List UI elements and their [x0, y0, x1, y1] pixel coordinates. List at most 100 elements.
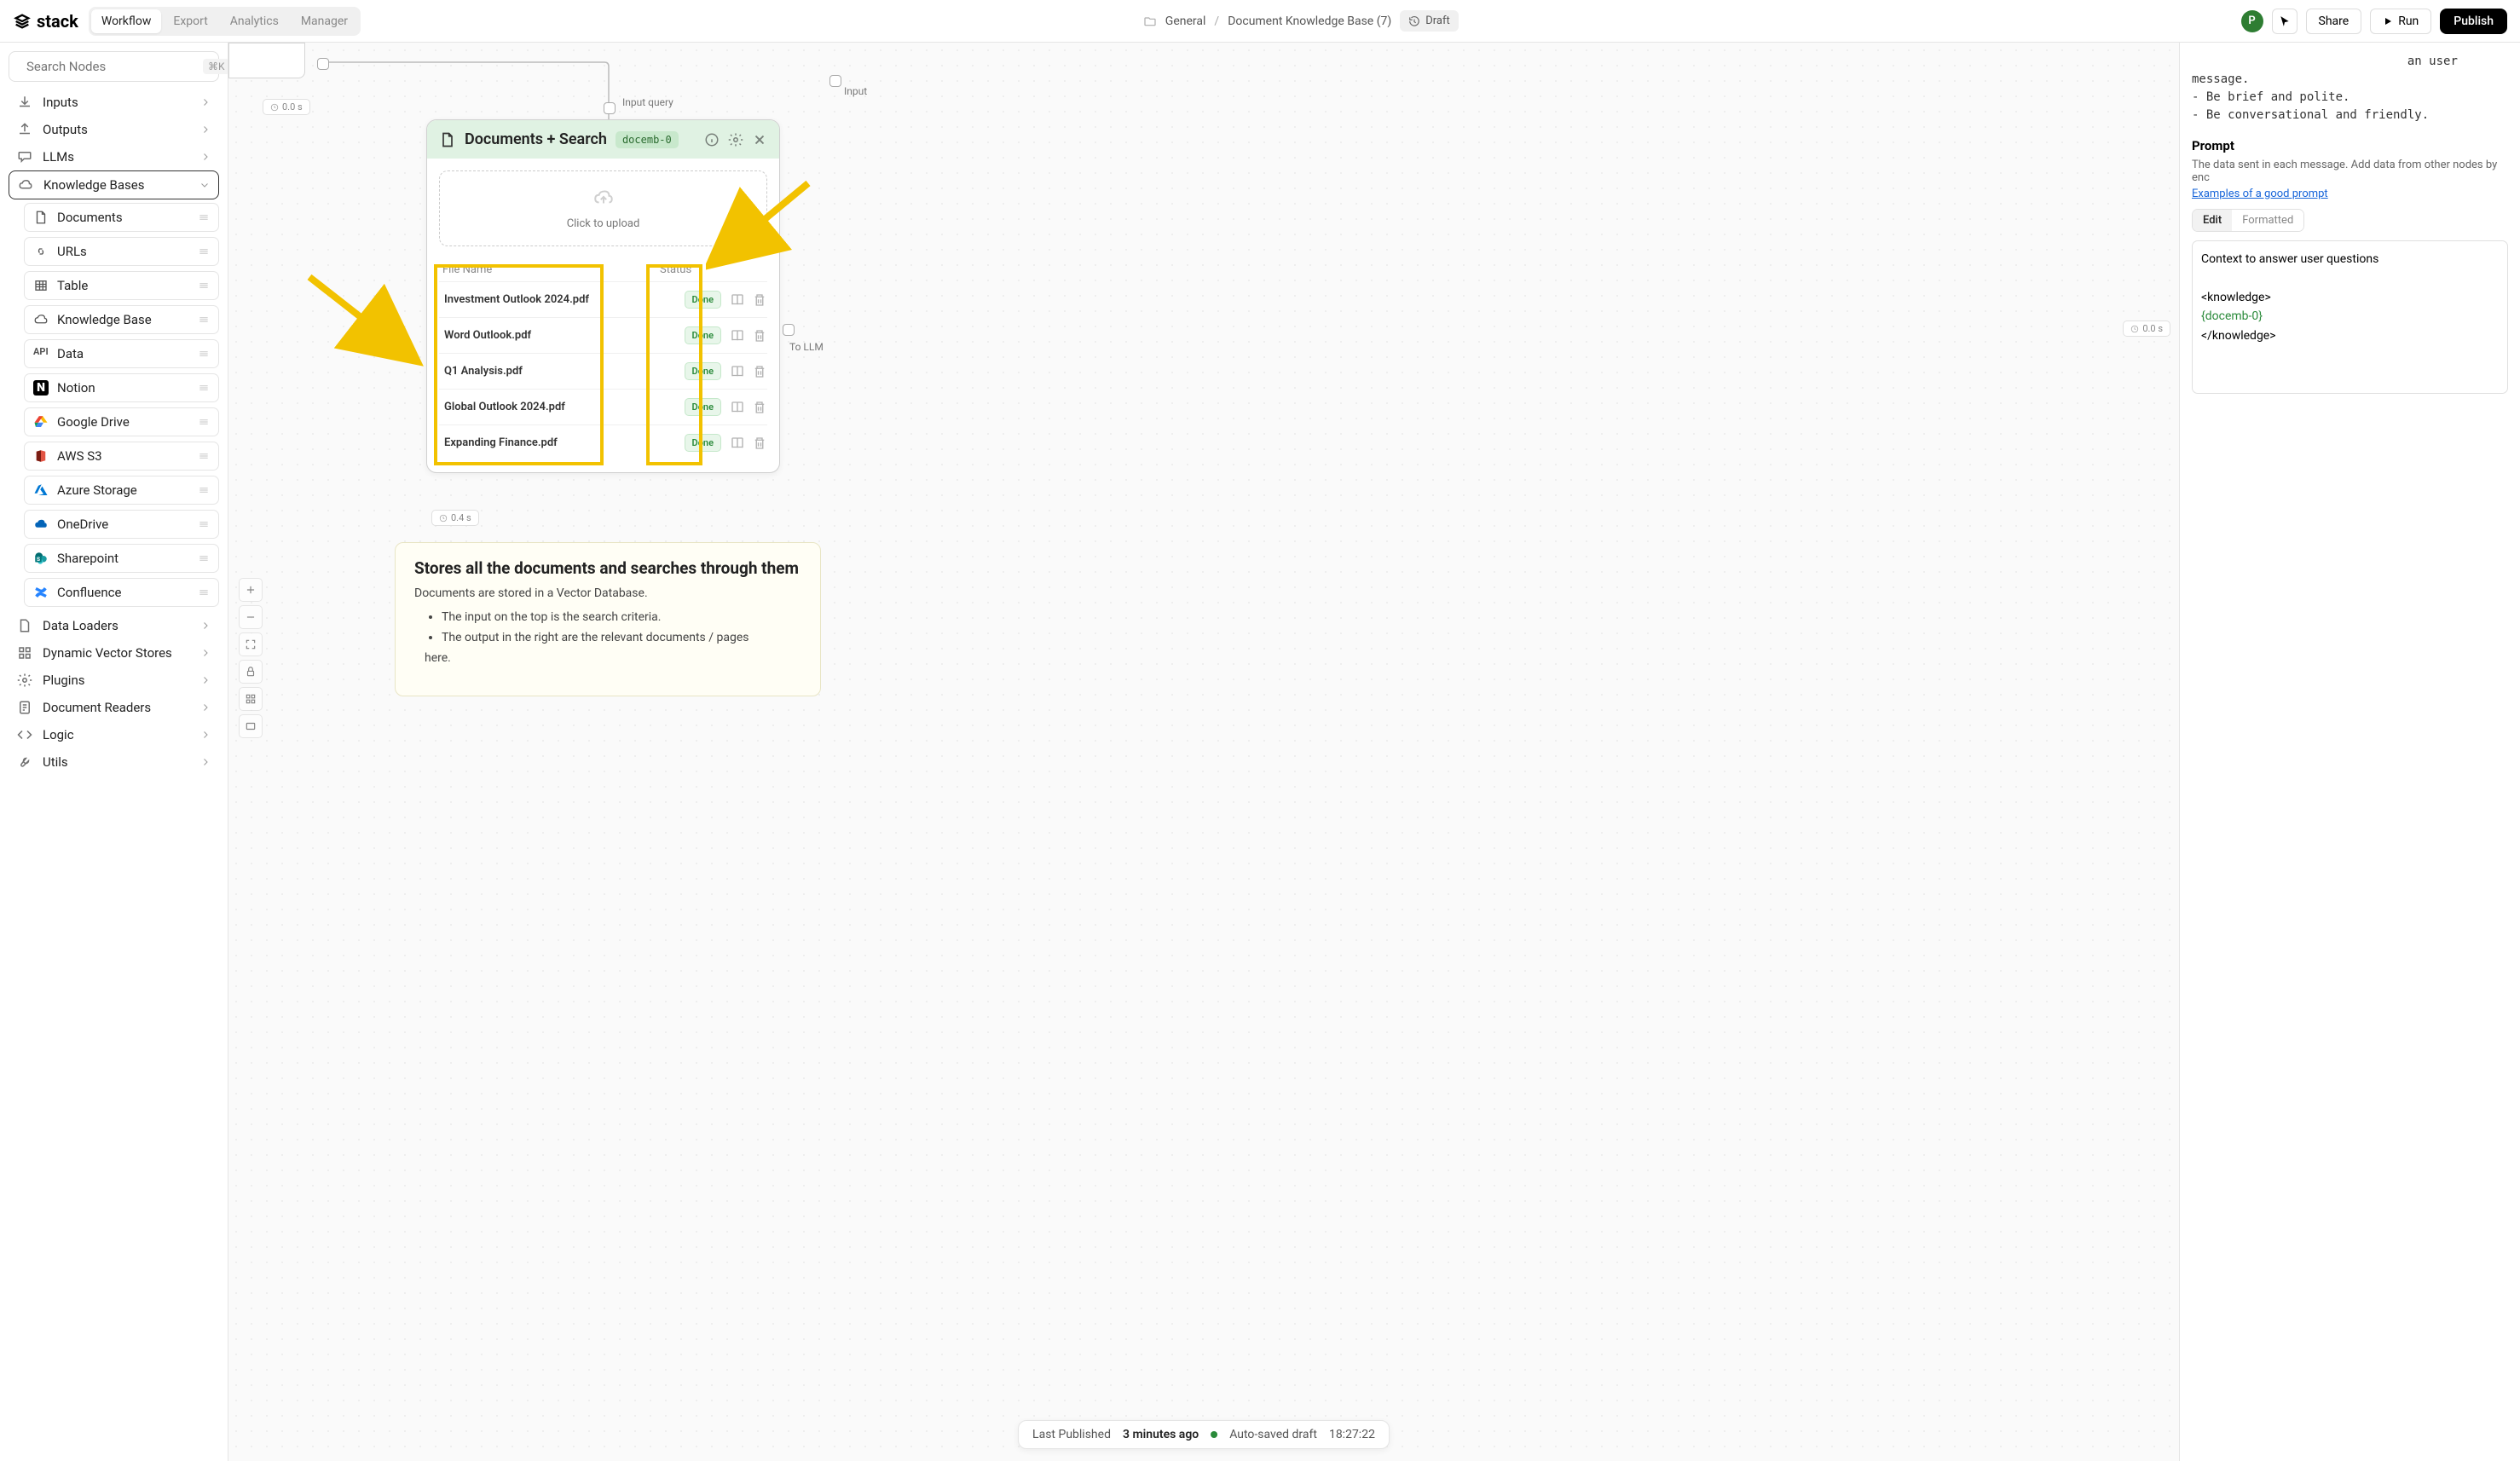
file-row: Word Outlook.pdf Done — [439, 317, 767, 353]
run-button[interactable]: Run — [2370, 9, 2431, 34]
book-icon[interactable] — [730, 400, 745, 415]
sidebar-group-outputs[interactable]: Outputs — [9, 116, 219, 143]
kb-item-data[interactable]: API Data — [24, 339, 219, 368]
kb-item-urls[interactable]: URLs — [24, 237, 219, 266]
zoom-out-button[interactable] — [239, 605, 263, 629]
kb-item-sharepoint[interactable]: S Sharepoint — [24, 544, 219, 573]
time-badge-node: 0.4 s — [431, 510, 479, 526]
book-icon[interactable] — [730, 436, 745, 451]
kb-item-google-drive[interactable]: Google Drive — [24, 407, 219, 436]
port-out-docs[interactable] — [783, 324, 795, 336]
book-icon[interactable] — [730, 328, 745, 344]
zoom-in-button[interactable] — [239, 578, 263, 602]
note-bullet: The output in the right are the relevant… — [442, 631, 801, 644]
sidebar-group-plugins[interactable]: Plugins — [9, 667, 219, 694]
tab-analytics[interactable]: Analytics — [220, 9, 289, 33]
chevron-right-icon — [200, 97, 211, 107]
code-icon — [17, 727, 32, 742]
canvas[interactable]: 0.0 s Input query Input To LLM Documents… — [228, 43, 2179, 1461]
breadcrumb: General / Document Knowledge Base (7) Dr… — [371, 10, 2230, 32]
search-box[interactable]: ⌘K — [9, 51, 219, 82]
status-badge: Done — [685, 398, 721, 416]
trash-icon[interactable] — [752, 436, 767, 451]
col-file-name: File Name — [439, 263, 660, 276]
info-icon[interactable] — [704, 132, 720, 147]
book-icon[interactable] — [730, 364, 745, 379]
trash-icon[interactable] — [752, 364, 767, 379]
trash-icon[interactable] — [752, 292, 767, 308]
gear-icon[interactable] — [728, 132, 743, 147]
kb-item-notion[interactable]: N Notion — [24, 373, 219, 402]
chevron-right-icon — [200, 648, 211, 658]
crumb-folder[interactable]: General — [1165, 14, 1206, 28]
map-button[interactable] — [239, 714, 263, 738]
kb-submenu: Documents URLs Table Knowledge Base API … — [24, 203, 219, 607]
prompt-examples-link[interactable]: Examples of a good prompt — [2192, 188, 2328, 200]
kb-item-knowledge-base[interactable]: Knowledge Base — [24, 305, 219, 334]
kb-item-aws-s3[interactable]: AWS S3 — [24, 442, 219, 471]
note-title: Stores all the documents and searches th… — [414, 558, 801, 578]
note-bullet: here. — [425, 651, 801, 665]
prompt-sub: The data sent in each message. Add data … — [2192, 159, 2508, 184]
chevron-right-icon — [200, 621, 211, 631]
grid-button[interactable] — [239, 687, 263, 711]
file-row: Q1 Analysis.pdf Done — [439, 353, 767, 389]
kb-item-azure[interactable]: Azure Storage — [24, 476, 219, 505]
sidebar-group-knowledge-bases[interactable]: Knowledge Bases — [9, 170, 219, 199]
textarea-node[interactable] — [228, 43, 305, 78]
trash-icon[interactable] — [752, 400, 767, 415]
prompt-tab-edit[interactable]: Edit — [2193, 210, 2232, 231]
sidebar-group-dynamic-vector-stores[interactable]: Dynamic Vector Stores — [9, 639, 219, 667]
avatar[interactable]: P — [2241, 10, 2263, 32]
kb-item-onedrive[interactable]: OneDrive — [24, 510, 219, 539]
upload-icon — [17, 122, 32, 137]
port-input-rpanel[interactable] — [829, 75, 841, 87]
folder-icon — [1143, 14, 1157, 28]
time-badge-right: 0.0 s — [2123, 320, 2170, 337]
kb-item-confluence[interactable]: Confluence — [24, 578, 219, 607]
documents-node[interactable]: Documents + Search docemb-0 Click to upl… — [426, 119, 780, 473]
crumb-document[interactable]: Document Knowledge Base (7) — [1228, 14, 1391, 28]
kb-item-documents[interactable]: Documents — [24, 203, 219, 232]
file-row: Investment Outlook 2024.pdf Done — [439, 281, 767, 317]
port-branch[interactable] — [604, 102, 616, 114]
sidebar-group-llms[interactable]: LLMs — [9, 143, 219, 170]
drag-icon — [198, 314, 210, 326]
topbar: stack Workflow Export Analytics Manager … — [0, 0, 2520, 43]
prompt-editor[interactable]: Context to answer user questions <knowle… — [2192, 240, 2508, 394]
trash-icon[interactable] — [752, 328, 767, 344]
port-out-textarea[interactable] — [317, 58, 329, 70]
file-table-head: File Name Status — [439, 258, 767, 281]
clock-icon — [439, 514, 448, 523]
prompt-tabs: Edit Formatted — [2192, 209, 2304, 232]
drag-icon — [198, 518, 210, 530]
tab-workflow[interactable]: Workflow — [91, 9, 162, 33]
share-button[interactable]: Share — [2306, 9, 2362, 34]
close-icon[interactable] — [752, 132, 767, 147]
logo[interactable]: stack — [13, 11, 78, 32]
sidebar: ⌘K Inputs Outputs LLMs Knowledge Bases — [0, 43, 228, 1461]
chevron-down-icon — [199, 180, 210, 190]
fit-button[interactable] — [239, 632, 263, 656]
book-icon[interactable] — [730, 292, 745, 308]
search-input[interactable] — [26, 59, 196, 74]
cursor-mode-button[interactable] — [2272, 9, 2297, 34]
documents-header: Documents + Search docemb-0 — [427, 120, 779, 159]
confluence-icon — [33, 585, 49, 600]
prompt-tab-formatted[interactable]: Formatted — [2232, 210, 2303, 231]
tab-manager[interactable]: Manager — [291, 9, 358, 33]
publish-button[interactable]: Publish — [2440, 9, 2507, 34]
to-llm-label: To LLM — [789, 341, 824, 353]
lock-button[interactable] — [239, 660, 263, 684]
chevron-right-icon — [200, 124, 211, 135]
tab-export[interactable]: Export — [163, 9, 217, 33]
cursor-icon — [2279, 15, 2291, 27]
sidebar-group-document-readers[interactable]: Document Readers — [9, 694, 219, 721]
sidebar-group-utils[interactable]: Utils — [9, 748, 219, 776]
sidebar-group-data-loaders[interactable]: Data Loaders — [9, 612, 219, 639]
sidebar-group-inputs[interactable]: Inputs — [9, 89, 219, 116]
kb-item-table[interactable]: Table — [24, 271, 219, 300]
sidebar-group-logic[interactable]: Logic — [9, 721, 219, 748]
upload-zone[interactable]: Click to upload — [439, 170, 767, 246]
doc-icon — [17, 618, 32, 633]
